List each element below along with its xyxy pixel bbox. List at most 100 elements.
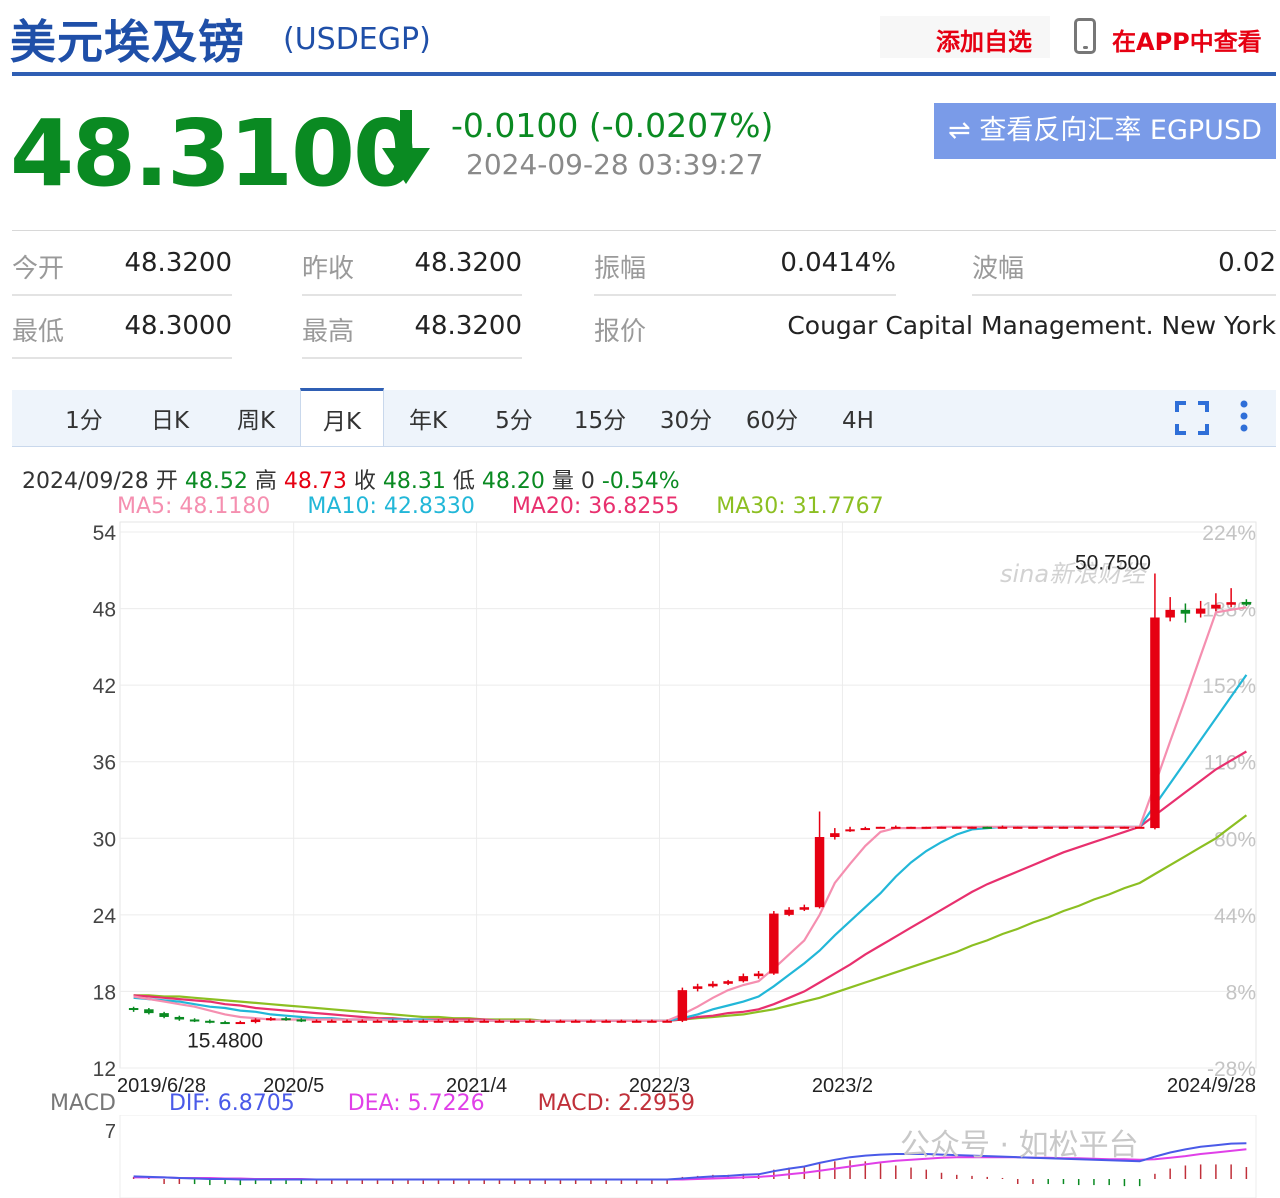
ohlc-pct: -0.54% <box>601 469 680 494</box>
candle-body <box>1180 609 1191 614</box>
ma5-line <box>133 606 1247 1022</box>
down-arrow-icon <box>382 110 430 184</box>
candle-body <box>997 826 1008 829</box>
candle-body <box>1150 617 1160 829</box>
ohlc-low-label: 低 <box>452 469 475 494</box>
macd-y-tick: 7 <box>105 1121 116 1143</box>
tab-60min[interactable]: 60分 <box>730 390 814 446</box>
ohlc-close: 48.31 <box>382 469 446 494</box>
y-tick-label: 24 <box>93 905 117 928</box>
pct-tick-label: 44% <box>1214 905 1256 928</box>
candle-body <box>235 1022 246 1025</box>
reverse-rate-button[interactable]: ⇌ 查看反向汇率 EGPUSD <box>934 103 1276 159</box>
candle-body <box>189 1019 200 1022</box>
view-in-app-button[interactable]: 在APP中查看 <box>1112 22 1262 57</box>
ohlc-open: 48.52 <box>184 469 248 494</box>
candle-body <box>936 826 947 829</box>
candle-body <box>570 1020 581 1023</box>
candle-body <box>403 1020 413 1023</box>
candle-body <box>967 826 977 829</box>
candle-body <box>952 826 962 829</box>
stat-label: 昨收 <box>302 254 355 284</box>
tab-monthly[interactable]: 月K <box>300 388 384 446</box>
candle-body <box>388 1020 398 1023</box>
candle-body <box>479 1020 489 1023</box>
candle-body <box>174 1016 185 1020</box>
stat-value: 48.3000 <box>124 311 232 341</box>
y-tick-label: 12 <box>93 1058 116 1081</box>
more-menu-icon[interactable] <box>1236 398 1252 434</box>
price-change: -0.0100 (-0.0207%) <box>451 106 774 145</box>
candle-body <box>1028 826 1038 829</box>
stat-open: 今开 48.3200 <box>12 248 232 296</box>
tab-30min[interactable]: 30分 <box>644 390 728 446</box>
candle-body <box>281 1018 291 1021</box>
candle-body <box>1104 826 1114 829</box>
ma10-label: MA10: 42.8330 <box>307 494 475 519</box>
wechat-watermark: 公众号 · 如松平台 <box>900 1128 1139 1163</box>
tab-4h[interactable]: 4H <box>816 390 900 446</box>
tab-daily[interactable]: 日K <box>128 390 212 446</box>
ohlc-readout: 2024/09/28 开 48.52 高 48.73 收 48.31 低 48.… <box>22 463 680 495</box>
candle-body <box>891 826 901 829</box>
phone-icon[interactable] <box>1074 18 1096 54</box>
candle-body <box>1226 602 1236 605</box>
ma20-label: MA20: 36.8255 <box>511 494 680 519</box>
stat-value: 48.3200 <box>414 311 522 341</box>
ma30-label: MA30: 31.7767 <box>716 494 884 519</box>
ohlc-open-label: 开 <box>155 469 178 494</box>
current-price: 48.3100 <box>10 100 417 207</box>
candle-body <box>144 1009 154 1014</box>
quote-timestamp: 2024-09-28 03:39:27 <box>466 148 764 181</box>
candle-body <box>464 1020 474 1023</box>
plot-frame <box>119 521 1257 1069</box>
candle-body <box>875 826 886 829</box>
candle-body <box>921 826 931 829</box>
tab-15min[interactable]: 15分 <box>558 390 642 446</box>
stat-value: 48.3200 <box>414 248 522 278</box>
candle-body <box>830 833 840 838</box>
y-tick-label: 30 <box>93 828 116 851</box>
stat-label: 最高 <box>302 317 355 347</box>
candle-body <box>1165 609 1175 618</box>
y-tick-label: 54 <box>93 522 117 545</box>
candle-body <box>525 1020 535 1023</box>
tab-weekly[interactable]: 周K <box>214 390 298 446</box>
pct-tick-label: 80% <box>1214 828 1256 851</box>
fullscreen-icon[interactable] <box>1174 400 1210 436</box>
macd-dea: DEA: 5.7226 <box>347 1091 485 1116</box>
stats-top-divider <box>12 230 1276 231</box>
macd-title: MACD <box>50 1091 116 1116</box>
pct-tick-label: 8% <box>1226 981 1256 1004</box>
tab-1min[interactable]: 1分 <box>42 390 126 446</box>
candle-body <box>677 990 688 1021</box>
kline-chart[interactable]: 54 224%48 188%42 152%36 116%30 80%24 44%18 8%12… <box>0 520 1280 1095</box>
candle-body <box>1058 826 1069 829</box>
candle-body <box>128 1008 139 1011</box>
macd-chart[interactable]: 7 公众号 · 如松平台 <box>0 1115 1280 1198</box>
candle-body <box>1134 826 1145 829</box>
candle-body <box>266 1018 276 1021</box>
candle-body <box>601 1020 611 1023</box>
tab-yearly[interactable]: 年K <box>386 390 470 446</box>
candle-body <box>616 1020 627 1023</box>
stat-label: 最低 <box>12 317 65 347</box>
ohlc-high-label: 高 <box>254 469 277 494</box>
ohlc-low: 48.20 <box>481 469 545 494</box>
stat-low: 最低 48.3000 <box>12 311 232 359</box>
pct-tick-label: 152% <box>1202 675 1256 698</box>
candle-body <box>250 1019 261 1023</box>
candle-body <box>205 1020 215 1023</box>
tab-5min[interactable]: 5分 <box>472 390 556 446</box>
candle-body <box>1073 826 1084 829</box>
candle-body <box>906 826 916 829</box>
candle-body <box>159 1013 169 1017</box>
pct-tick-label: 224% <box>1202 522 1256 545</box>
candle-body <box>631 1020 642 1023</box>
candle-body <box>1043 826 1053 829</box>
stat-value: Cougar Capital Management. New York <box>787 311 1276 340</box>
add-watchlist-button[interactable]: 添加自选 <box>936 22 1032 57</box>
candle-body <box>1211 604 1221 609</box>
candle-body <box>708 983 718 987</box>
stat-wave: 波幅 0.02 <box>972 248 1276 296</box>
